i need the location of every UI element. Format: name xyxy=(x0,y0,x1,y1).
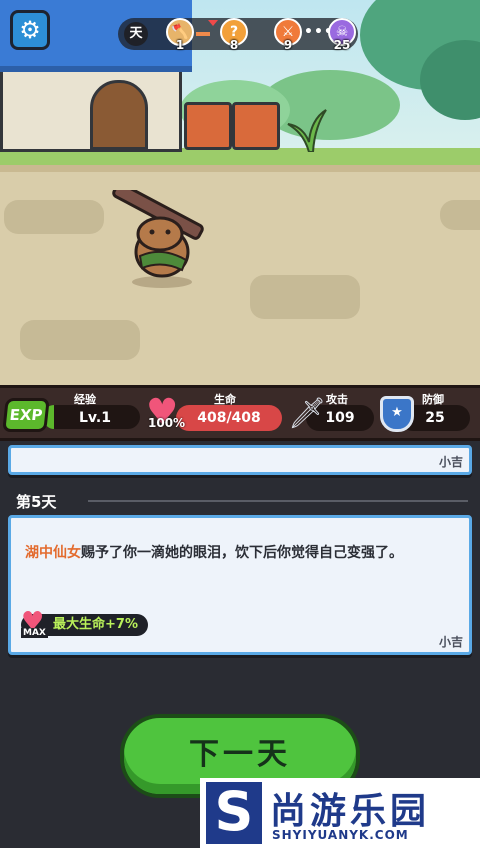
watermark-logo: S xyxy=(206,782,262,844)
progress-fill xyxy=(196,32,210,36)
event-card: 湖中仙女赐予了你一滴她的眼泪，饮下后你觉得自己变强了。 最大生命+7% ♥ MA… xyxy=(8,515,472,655)
stage-number: 8 xyxy=(229,38,239,52)
fortune-sign: 小吉 xyxy=(438,635,463,649)
stage-number: 1 xyxy=(175,38,185,52)
divider xyxy=(88,500,468,502)
shield-icon: ★ xyxy=(380,396,414,432)
stage-number: 25 xyxy=(333,38,351,52)
event-description: 湖中仙女赐予了你一滴她的眼泪，饮下后你觉得自己变强了。 xyxy=(25,540,465,566)
attack-value: 109 xyxy=(325,410,355,426)
progress-marker xyxy=(208,20,218,26)
stage-number: 9 xyxy=(283,38,293,52)
grass-tuft-icon xyxy=(287,109,327,152)
watermark-title: 尚游乐园 xyxy=(270,791,431,832)
previous-event-card: 小吉 xyxy=(8,445,472,475)
hp-value: 408/408 xyxy=(197,410,261,426)
hp-bar: 408/408 xyxy=(176,405,282,431)
defense-label: 防御 xyxy=(422,393,444,406)
hp-label: 生命 xyxy=(214,393,236,406)
event-text: 赐予了你一滴她的眼泪，饮下后你觉得自己变强了。 xyxy=(81,545,403,561)
crate xyxy=(232,102,280,150)
settings-button[interactable]: ⚙ xyxy=(10,10,50,50)
hp-percent: 100% xyxy=(148,416,186,430)
fortune-sign: 小吉 xyxy=(438,455,463,469)
attack-label: 攻击 xyxy=(326,393,348,406)
ground-patch xyxy=(20,320,140,360)
crate xyxy=(184,102,232,150)
max-label: MAX xyxy=(21,628,48,638)
capybara-hero xyxy=(112,190,204,288)
ground-patch xyxy=(250,275,360,319)
level-value: Lv.1 xyxy=(79,410,111,426)
battle-scene xyxy=(0,0,480,385)
day-label: 天 xyxy=(124,22,148,46)
watermark-url: SHYIYUANYK.COM xyxy=(272,828,409,842)
ground-patch xyxy=(4,200,104,234)
ground-patch xyxy=(440,200,480,230)
house-door xyxy=(90,80,148,150)
defense-value: 25 xyxy=(425,410,445,426)
day-heading: 第5天 xyxy=(16,493,57,511)
gear-icon: ⚙ xyxy=(19,16,41,44)
event-name: 湖中仙女 xyxy=(25,545,81,561)
watermark: S 尚游乐园 SHYIYUANYK.COM xyxy=(200,778,480,848)
exp-badge: EXP xyxy=(2,398,50,432)
sword-icon: 🗡 xyxy=(288,396,327,431)
